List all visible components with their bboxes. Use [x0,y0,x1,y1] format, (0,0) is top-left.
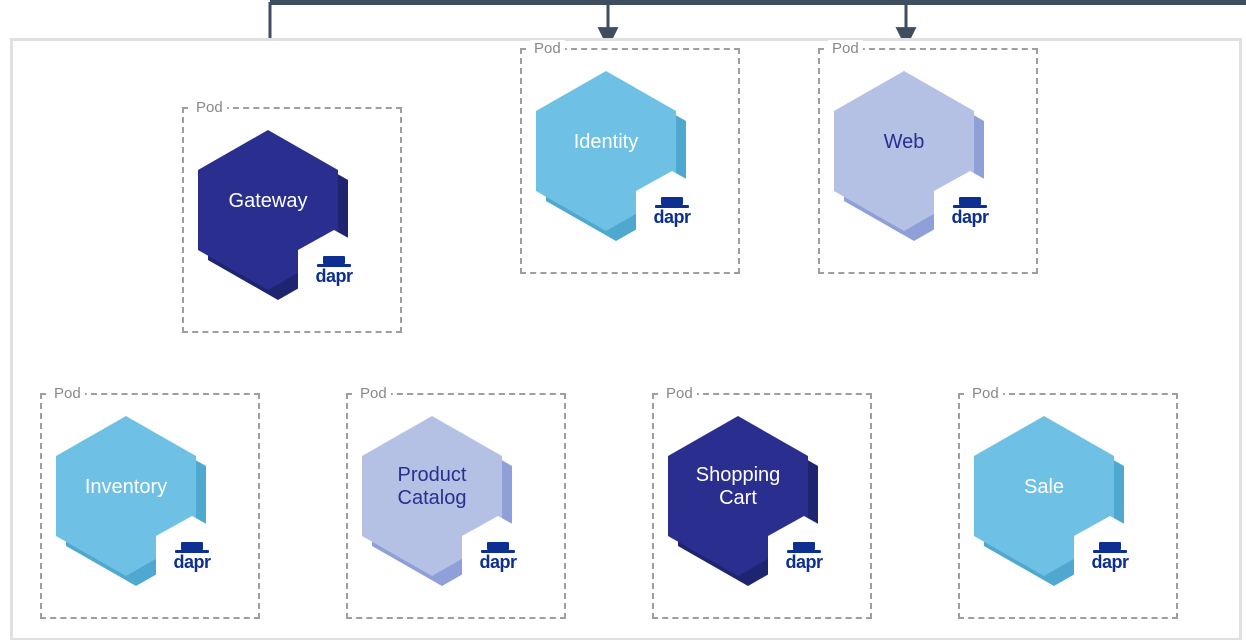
service-hexagon-web: Web dapr [834,71,994,231]
service-hexagon-inventory: Inventory dapr [56,416,216,576]
diagram-canvas: PodGatewaydaprPodIdentitydaprPodWebdaprP… [0,0,1246,640]
pod-label: Pod [968,385,1003,402]
service-hexagon-sale: Sale dapr [974,416,1134,576]
dapr-label: dapr [315,267,352,285]
dapr-label: dapr [173,553,210,571]
service-label: ShoppingCart [668,464,808,510]
dapr-label: dapr [479,553,516,571]
pod-label: Pod [828,40,863,57]
service-hexagon-identity: Identity dapr [536,71,696,231]
service-label: Gateway [198,190,338,213]
pod-label: Pod [530,40,565,57]
dapr-label: dapr [951,208,988,226]
service-hexagon-cart: ShoppingCart dapr [668,416,828,576]
dapr-label: dapr [653,208,690,226]
service-label: Inventory [56,476,196,499]
pod-label: Pod [50,385,85,402]
service-label: Web [834,131,974,154]
service-hexagon-gateway: Gateway dapr [198,130,358,290]
service-label: Identity [536,131,676,154]
pod-label: Pod [192,99,227,116]
dapr-label: dapr [1091,553,1128,571]
pod-label: Pod [662,385,697,402]
service-label: Sale [974,476,1114,499]
service-hexagon-product: ProductCatalog dapr [362,416,522,576]
service-label: ProductCatalog [362,464,502,510]
dapr-label: dapr [785,553,822,571]
pod-label: Pod [356,385,391,402]
